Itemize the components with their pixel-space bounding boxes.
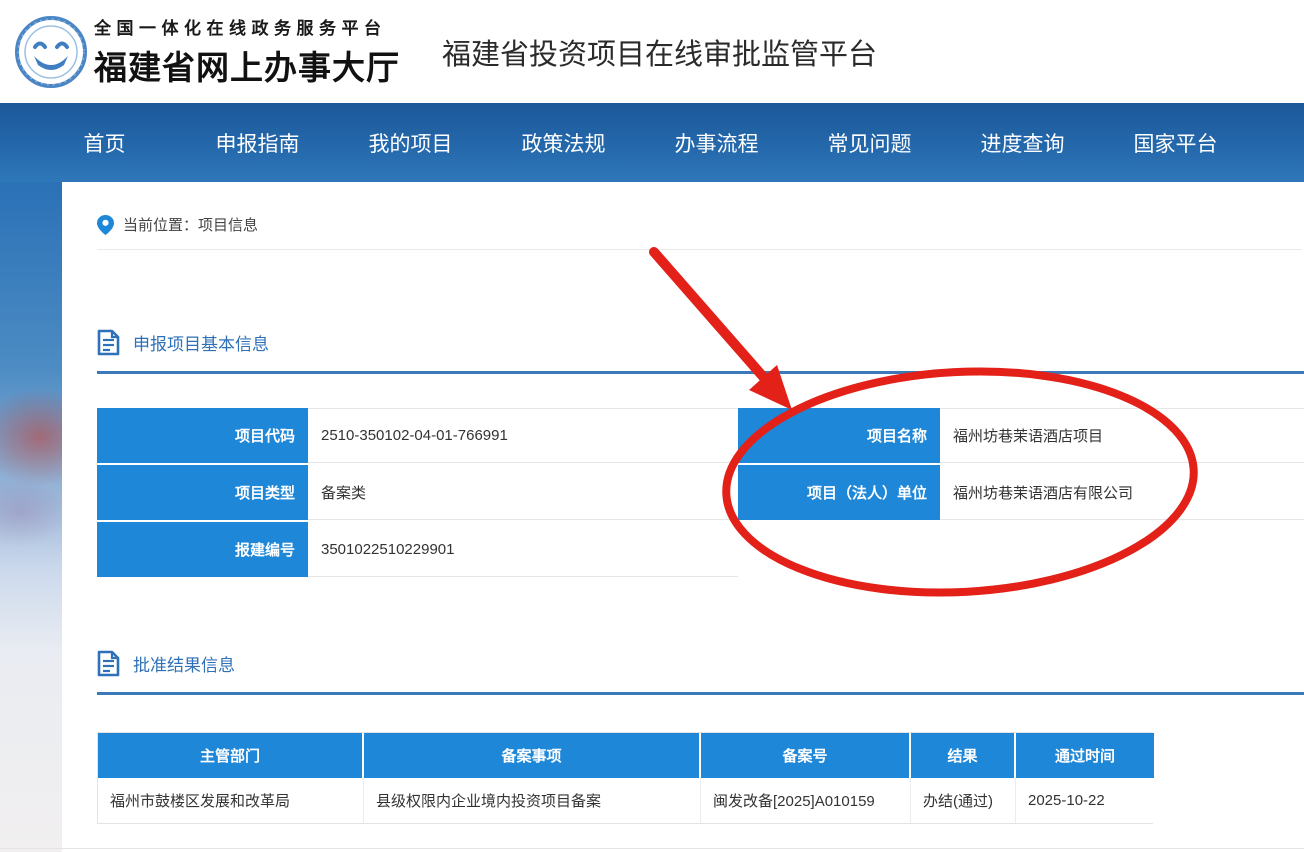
field-label-project-type: 项目类型 <box>97 465 308 520</box>
content-area: 当前位置：项目信息 申报项目基本信息 项目代码 2510-350102-04-0… <box>0 182 1304 852</box>
approval-result-table: 主管部门 备案事项 备案号 结果 通过时间 福州市鼓楼区发展和改革局 县级权限内… <box>97 732 1154 824</box>
breadcrumb-text: 当前位置：项目信息 <box>123 217 259 234</box>
nav-item-home[interactable]: 首页 <box>28 128 181 158</box>
field-value-project-type: 备案类 <box>308 465 738 520</box>
field-label-legal-entity: 项目（法人）单位 <box>738 465 940 520</box>
cell-pass-date: 2025-10-22 <box>1016 778 1154 823</box>
breadcrumb: 当前位置：项目信息 <box>97 182 1304 235</box>
col-header-record-item: 备案事项 <box>364 733 701 778</box>
nav-item-progress-query[interactable]: 进度查询 <box>946 128 1099 158</box>
main-nav: 首页 申报指南 我的项目 政策法规 办事流程 常见问题 进度查询 国家平台 <box>0 103 1304 182</box>
result-table-row: 福州市鼓楼区发展和改革局 县级权限内企业境内投资项目备案 闽发改备[2025]A… <box>98 778 1154 823</box>
result-table-header-row: 主管部门 备案事项 备案号 结果 通过时间 <box>98 733 1154 778</box>
basic-info-section-title: 申报项目基本信息 <box>133 335 269 354</box>
approval-result-section-title: 批准结果信息 <box>133 656 235 675</box>
field-value-legal-entity: 福州坊巷茉语酒店有限公司 <box>940 465 1304 520</box>
logo-text: 全国一体化在线政务服务平台 福建省网上办事大厅 <box>94 14 400 89</box>
document-icon <box>97 650 120 677</box>
approval-result-section-rule <box>97 692 1304 695</box>
field-label-project-name: 项目名称 <box>738 408 940 463</box>
document-icon <box>97 329 120 356</box>
smiley-emblem-icon[interactable] <box>14 15 88 89</box>
logo-line2: 福建省网上办事大厅 <box>94 49 400 86</box>
nav-item-policies[interactable]: 政策法规 <box>487 128 640 158</box>
field-label-project-code: 项目代码 <box>97 408 308 463</box>
breadcrumb-divider <box>97 249 1302 250</box>
page: 全国一体化在线政务服务平台 福建省网上办事大厅 福建省投资项目在线审批监管平台 … <box>0 0 1304 852</box>
nav-item-process[interactable]: 办事流程 <box>640 128 793 158</box>
nav-item-national-platform[interactable]: 国家平台 <box>1099 128 1252 158</box>
basic-info-section-rule <box>97 371 1304 374</box>
cell-record-no: 闽发改备[2025]A010159 <box>701 778 911 823</box>
cell-dept: 福州市鼓楼区发展和改革局 <box>98 778 364 823</box>
nav-item-declare-guide[interactable]: 申报指南 <box>181 128 334 158</box>
logo-line1: 全国一体化在线政务服务平台 <box>94 19 387 38</box>
field-value-project-code: 2510-350102-04-01-766991 <box>308 408 738 463</box>
cell-record-item: 县级权限内企业境内投资项目备案 <box>364 778 701 823</box>
field-value-construction-no: 3501022510229901 <box>308 522 738 577</box>
basic-info-table: 项目代码 2510-350102-04-01-766991 项目名称 福州坊巷茉… <box>97 408 1304 577</box>
col-header-dept: 主管部门 <box>98 733 364 778</box>
left-background-strip <box>0 182 62 852</box>
location-pin-icon <box>97 214 114 235</box>
page-title: 福建省投资项目在线审批监管平台 <box>442 38 878 71</box>
nav-item-my-projects[interactable]: 我的项目 <box>334 128 487 158</box>
col-header-record-no: 备案号 <box>701 733 911 778</box>
content-card: 当前位置：项目信息 申报项目基本信息 项目代码 2510-350102-04-0… <box>62 182 1304 852</box>
field-value-project-name: 福州坊巷茉语酒店项目 <box>940 408 1304 463</box>
col-header-result: 结果 <box>911 733 1016 778</box>
basic-info-section-header: 申报项目基本信息 <box>97 329 1304 356</box>
approval-result-section-header: 批准结果信息 <box>97 650 1304 677</box>
empty-cell <box>738 522 940 577</box>
nav-item-faq[interactable]: 常见问题 <box>793 128 946 158</box>
empty-cell <box>940 522 1304 577</box>
cell-result: 办结(通过) <box>911 778 1016 823</box>
site-header: 全国一体化在线政务服务平台 福建省网上办事大厅 福建省投资项目在线审批监管平台 <box>0 0 1304 103</box>
field-label-construction-no: 报建编号 <box>97 522 308 577</box>
bottom-divider <box>0 848 1304 849</box>
col-header-pass-date: 通过时间 <box>1016 733 1154 778</box>
